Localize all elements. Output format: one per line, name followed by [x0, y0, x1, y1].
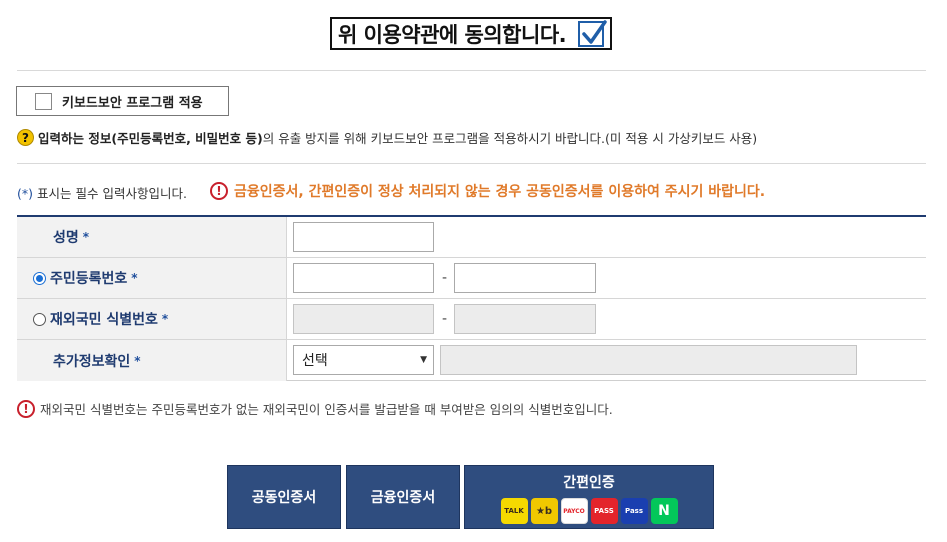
extra-info-input: [440, 345, 857, 375]
identity-form: 성명 * 주민등록번호 * - 재외국민 식별번호 * - 추가정보확인 * 선…: [17, 215, 926, 381]
foreign-id-label-text: 재외국민 식별번호: [50, 312, 158, 328]
name-input[interactable]: [293, 222, 434, 252]
rrn-front-input[interactable]: [293, 263, 434, 293]
name-label: 성명 *: [17, 217, 287, 257]
terms-agree-label: 위 이용약관에 동의합니다.: [338, 22, 567, 47]
extra-info-select-value: 선택: [302, 353, 328, 369]
rrn-back-input[interactable]: [454, 263, 596, 293]
extra-info-label-text: 추가정보확인: [53, 353, 131, 370]
extra-info-row: 추가정보확인 * 선택 ▼: [17, 340, 926, 381]
rrn-row: 주민등록번호 * -: [17, 258, 926, 299]
joint-cert-button[interactable]: 공동인증서: [227, 465, 341, 529]
rrn-separator: -: [442, 270, 448, 286]
keyboard-security-toggle[interactable]: 키보드보안 프로그램 적용: [16, 86, 229, 116]
question-icon: ?: [17, 129, 34, 146]
samsung-pass-logo: Pass: [620, 498, 648, 524]
easy-auth-logos: TALK ★b PAYCO PASS Pass N: [500, 498, 678, 524]
notice-text: 의 유출 방지를 위해 키보드보안 프로그램을 적용하시기 바랍니다.(미 적용…: [262, 131, 758, 146]
kakao-logo: TALK: [500, 498, 528, 524]
foreign-id-separator: -: [442, 311, 448, 327]
notice-bold-text: 입력하는 정보(주민등록번호, 비밀번호 등): [38, 131, 263, 146]
easy-auth-label: 간편인증: [563, 475, 615, 491]
name-row: 성명 *: [17, 217, 926, 258]
divider: [17, 70, 926, 71]
cert-warning-note: ! 금융인증서, 간편인증이 정상 처리되지 않는 경우 공동인증서를 이용하여…: [210, 181, 765, 201]
pass-logo: PASS: [590, 498, 618, 524]
exclamation-icon: !: [17, 399, 35, 418]
extra-info-label: 추가정보확인 *: [17, 340, 287, 381]
exclamation-icon: !: [210, 182, 228, 200]
kb-logo: ★b: [530, 498, 558, 524]
required-star-legend: (*): [17, 186, 34, 201]
keyboard-security-checkbox[interactable]: [35, 92, 52, 110]
rrn-label: 주민등록번호 *: [17, 258, 287, 298]
payco-logo: PAYCO: [560, 498, 588, 524]
required-star: *: [131, 271, 138, 285]
name-label-text: 성명: [53, 230, 79, 246]
rrn-radio[interactable]: [33, 271, 46, 285]
required-note-text: 표시는 필수 입력사항입니다.: [37, 186, 187, 201]
financial-cert-button[interactable]: 금융인증서: [346, 465, 460, 529]
financial-cert-label: 금융인증서: [370, 490, 436, 506]
required-field-note: (*) 표시는 필수 입력사항입니다.: [17, 183, 187, 202]
terms-agree-checkbox[interactable]: 위 이용약관에 동의합니다.: [330, 17, 612, 50]
rrn-label-text: 주민등록번호: [50, 271, 128, 287]
divider: [17, 163, 926, 164]
foreign-id-row: 재외국민 식별번호 * -: [17, 299, 926, 340]
keyboard-security-label: 키보드보안 프로그램 적용: [62, 95, 203, 111]
foreign-id-label: 재외국민 식별번호 *: [17, 299, 287, 339]
foreign-id-radio[interactable]: [33, 312, 46, 326]
foreign-id-back-input: [454, 304, 596, 334]
joint-cert-label: 공동인증서: [251, 490, 317, 506]
required-star: *: [134, 353, 141, 368]
extra-info-select[interactable]: 선택 ▼: [293, 345, 434, 375]
foreign-id-front-input: [293, 304, 434, 334]
cert-warning-text: 금융인증서, 간편인증이 정상 처리되지 않는 경우 공동인증서를 이용하여 주…: [234, 184, 766, 200]
foreign-id-notice-text: 재외국민 식별번호는 주민등록번호가 없는 재외국민이 인증서를 발급받을 때 …: [40, 402, 613, 417]
checkmark-icon[interactable]: [578, 19, 607, 47]
keyboard-security-notice: ? 입력하는 정보(주민등록번호, 비밀번호 등) 의 유출 방지를 위해 키보…: [17, 128, 757, 147]
naver-logo: N: [650, 498, 678, 524]
foreign-id-notice: ! 재외국민 식별번호는 주민등록번호가 없는 재외국민이 인증서를 발급받을 …: [17, 399, 613, 418]
required-star: *: [82, 230, 90, 244]
dropdown-arrow-icon: ▼: [420, 355, 427, 365]
required-star: *: [161, 312, 169, 326]
easy-auth-button[interactable]: 간편인증 TALK ★b PAYCO PASS Pass N: [464, 465, 714, 529]
